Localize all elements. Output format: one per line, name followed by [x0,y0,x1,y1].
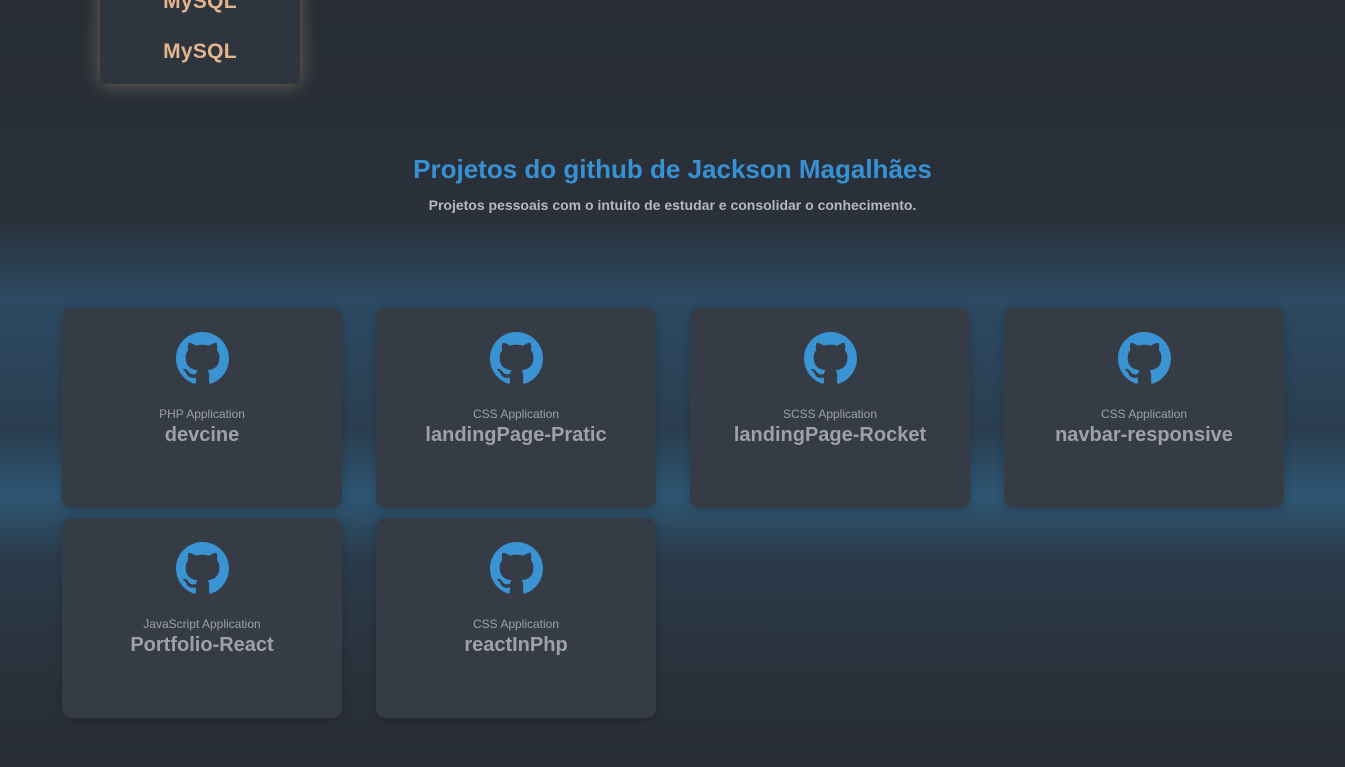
project-name: navbar-responsive [1055,424,1233,446]
project-card[interactable]: CSS Application navbar-responsive [1004,308,1284,508]
project-card[interactable]: CSS Application landingPage-Pratic [376,308,656,508]
projects-grid: PHP Application devcine CSS Application … [62,308,1284,718]
project-language: CSS Application [472,407,560,421]
project-card[interactable]: CSS Application reactInPhp [376,518,656,718]
project-language: JavaScript Application [143,617,261,631]
section-subtitle: Projetos pessoais com o intuito de estud… [428,197,917,213]
project-card[interactable]: SCSS Application landingPage-Rocket [690,308,970,508]
github-icon [803,332,857,384]
project-language: SCSS Application [782,407,878,421]
project-name: landingPage-Pratic [425,424,607,446]
github-icon [489,332,543,384]
project-language: CSS Application [472,617,560,631]
project-name: devcine [164,424,240,446]
project-name: landingPage-Rocket [733,424,927,446]
project-language: PHP Application [159,407,245,421]
project-language: CSS Application [1100,407,1188,421]
skill-card: MySQL MySQL [100,0,300,84]
project-card[interactable]: PHP Application devcine [62,308,342,508]
project-card[interactable]: JavaScript Application Portfolio-React [62,518,342,718]
skill-label: MySQL [163,0,237,13]
project-name: Portfolio-React [130,634,274,656]
github-icon [1117,332,1171,384]
skill-label: MySQL [163,40,237,63]
github-icon [175,542,229,594]
project-name: reactInPhp [464,634,568,656]
section-title: Projetos do github de Jackson Magalhães [413,154,932,184]
github-icon [489,542,543,594]
github-icon [175,332,229,384]
